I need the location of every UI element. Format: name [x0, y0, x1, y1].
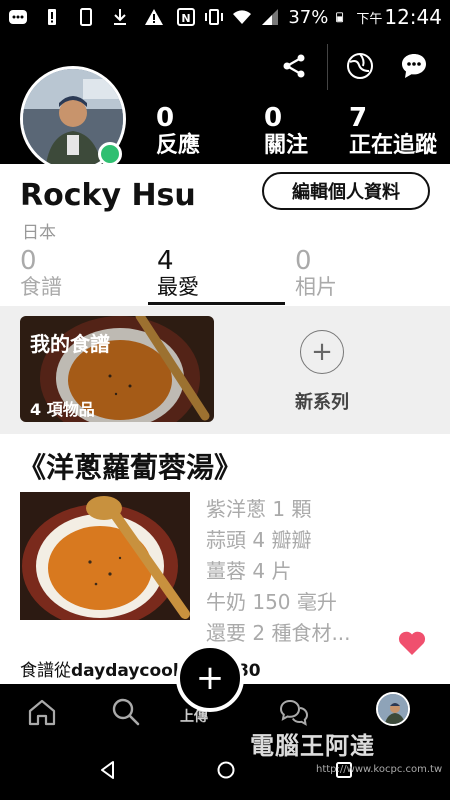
- alert-battery-icon: [48, 9, 56, 25]
- header-divider: [327, 44, 328, 90]
- tab-label: 最愛: [157, 275, 199, 299]
- active-tab-indicator: [148, 302, 285, 305]
- stat-following[interactable]: 7 正在追蹤: [349, 104, 437, 160]
- ingredient-item: 薑蓉 4 片: [206, 559, 292, 583]
- tab-favorites[interactable]: 4 最愛: [157, 248, 287, 300]
- profile-nav-avatar[interactable]: [376, 692, 410, 726]
- tab-count: 4: [157, 246, 174, 276]
- new-series-button[interactable]: + 新系列: [270, 330, 374, 414]
- stat-value: 7: [349, 103, 368, 133]
- tab-count: 0: [295, 246, 312, 276]
- chat-bubbles-icon[interactable]: [278, 696, 310, 728]
- collection-title: 我的食譜: [30, 332, 110, 356]
- stat-label: 關注: [264, 133, 309, 158]
- search-icon[interactable]: [110, 696, 142, 728]
- online-status-dot: [98, 142, 122, 166]
- stat-label: 反應: [156, 133, 201, 158]
- new-series-label: 新系列: [295, 392, 349, 413]
- signal-icon: [262, 9, 279, 25]
- collections-row: 我的食譜 4 項物品 + 新系列: [0, 306, 450, 434]
- download-icon: [114, 9, 126, 25]
- nfc-icon: N: [177, 8, 196, 26]
- globe-icon: [347, 53, 373, 79]
- phone-icon: [80, 8, 92, 26]
- message-icon: [9, 10, 27, 24]
- stat-followers[interactable]: 0 關注: [264, 104, 308, 160]
- watermark-url: http://www.kocpc.com.tw: [316, 764, 443, 775]
- battery-percent: 37%: [288, 6, 329, 28]
- fab-caption: 上傳: [180, 709, 208, 725]
- plus-icon: +: [300, 330, 344, 374]
- tab-recipes[interactable]: 0 食譜: [20, 248, 150, 300]
- tab-count: 0: [20, 246, 37, 276]
- ingredient-item: 還要 2 種食材...: [206, 621, 351, 645]
- stat-value: 0: [264, 103, 283, 133]
- tab-photos[interactable]: 0 相片: [295, 248, 425, 300]
- status-bar: N 37% 下午 12:44: [0, 0, 450, 34]
- home-icon[interactable]: [26, 696, 58, 728]
- globe-button[interactable]: [340, 46, 380, 86]
- clock: 12:44: [384, 5, 442, 29]
- source-prefix: 食譜從: [20, 661, 71, 681]
- home-button-icon[interactable]: [216, 760, 236, 780]
- recipe-title: 《洋蔥蘿蔔蓉湯》: [18, 451, 243, 484]
- stat-reactions[interactable]: 0 反應: [156, 104, 200, 160]
- stat-label: 正在追蹤: [349, 133, 438, 158]
- stat-value: 0: [156, 103, 175, 133]
- profile-location: 日本: [22, 223, 56, 243]
- recipe-image[interactable]: [20, 492, 190, 620]
- soup-image: [20, 492, 190, 620]
- vibrate-icon: [205, 9, 224, 25]
- chat-icon: [402, 54, 426, 78]
- ingredient-item: 牛奶 150 毫升: [206, 590, 337, 614]
- warning-icon: [145, 9, 163, 25]
- wifi-icon: [233, 10, 252, 24]
- battery-icon: [336, 12, 344, 23]
- svg-text:N: N: [182, 12, 191, 25]
- watermark-text: 電腦王阿達: [250, 732, 375, 760]
- collection-card-my-recipes[interactable]: 我的食譜 4 項物品: [20, 316, 214, 422]
- profile-header: 0 反應 0 關注 7 正在追蹤: [0, 34, 450, 172]
- edit-profile-button[interactable]: 編輯個人資料: [262, 172, 430, 210]
- tab-label: 相片: [295, 275, 337, 299]
- share-icon: [283, 54, 305, 78]
- ingredient-item: 蒜頭 4 瓣瓣: [206, 528, 312, 552]
- messages-button[interactable]: [394, 46, 434, 86]
- collection-count: 4 項物品: [30, 400, 95, 419]
- heart-icon[interactable]: [398, 630, 426, 656]
- back-icon[interactable]: [98, 760, 118, 780]
- ingredient-item: 紫洋蔥 1 顆: [206, 497, 312, 521]
- profile-card: Rocky Hsu 日本 編輯個人資料 0 食譜 4 最愛 0 相片: [0, 164, 450, 306]
- profile-name: Rocky Hsu: [20, 178, 196, 213]
- share-button[interactable]: [274, 46, 314, 86]
- add-recipe-fab[interactable]: +: [176, 644, 244, 712]
- tab-label: 食譜: [20, 275, 62, 299]
- ingredient-list: 紫洋蔥 1 顆 蒜頭 4 瓣瓣 薑蓉 4 片 牛奶 150 毫升 還要 2 種食…: [206, 494, 351, 649]
- time-prefix: 下午: [356, 11, 383, 27]
